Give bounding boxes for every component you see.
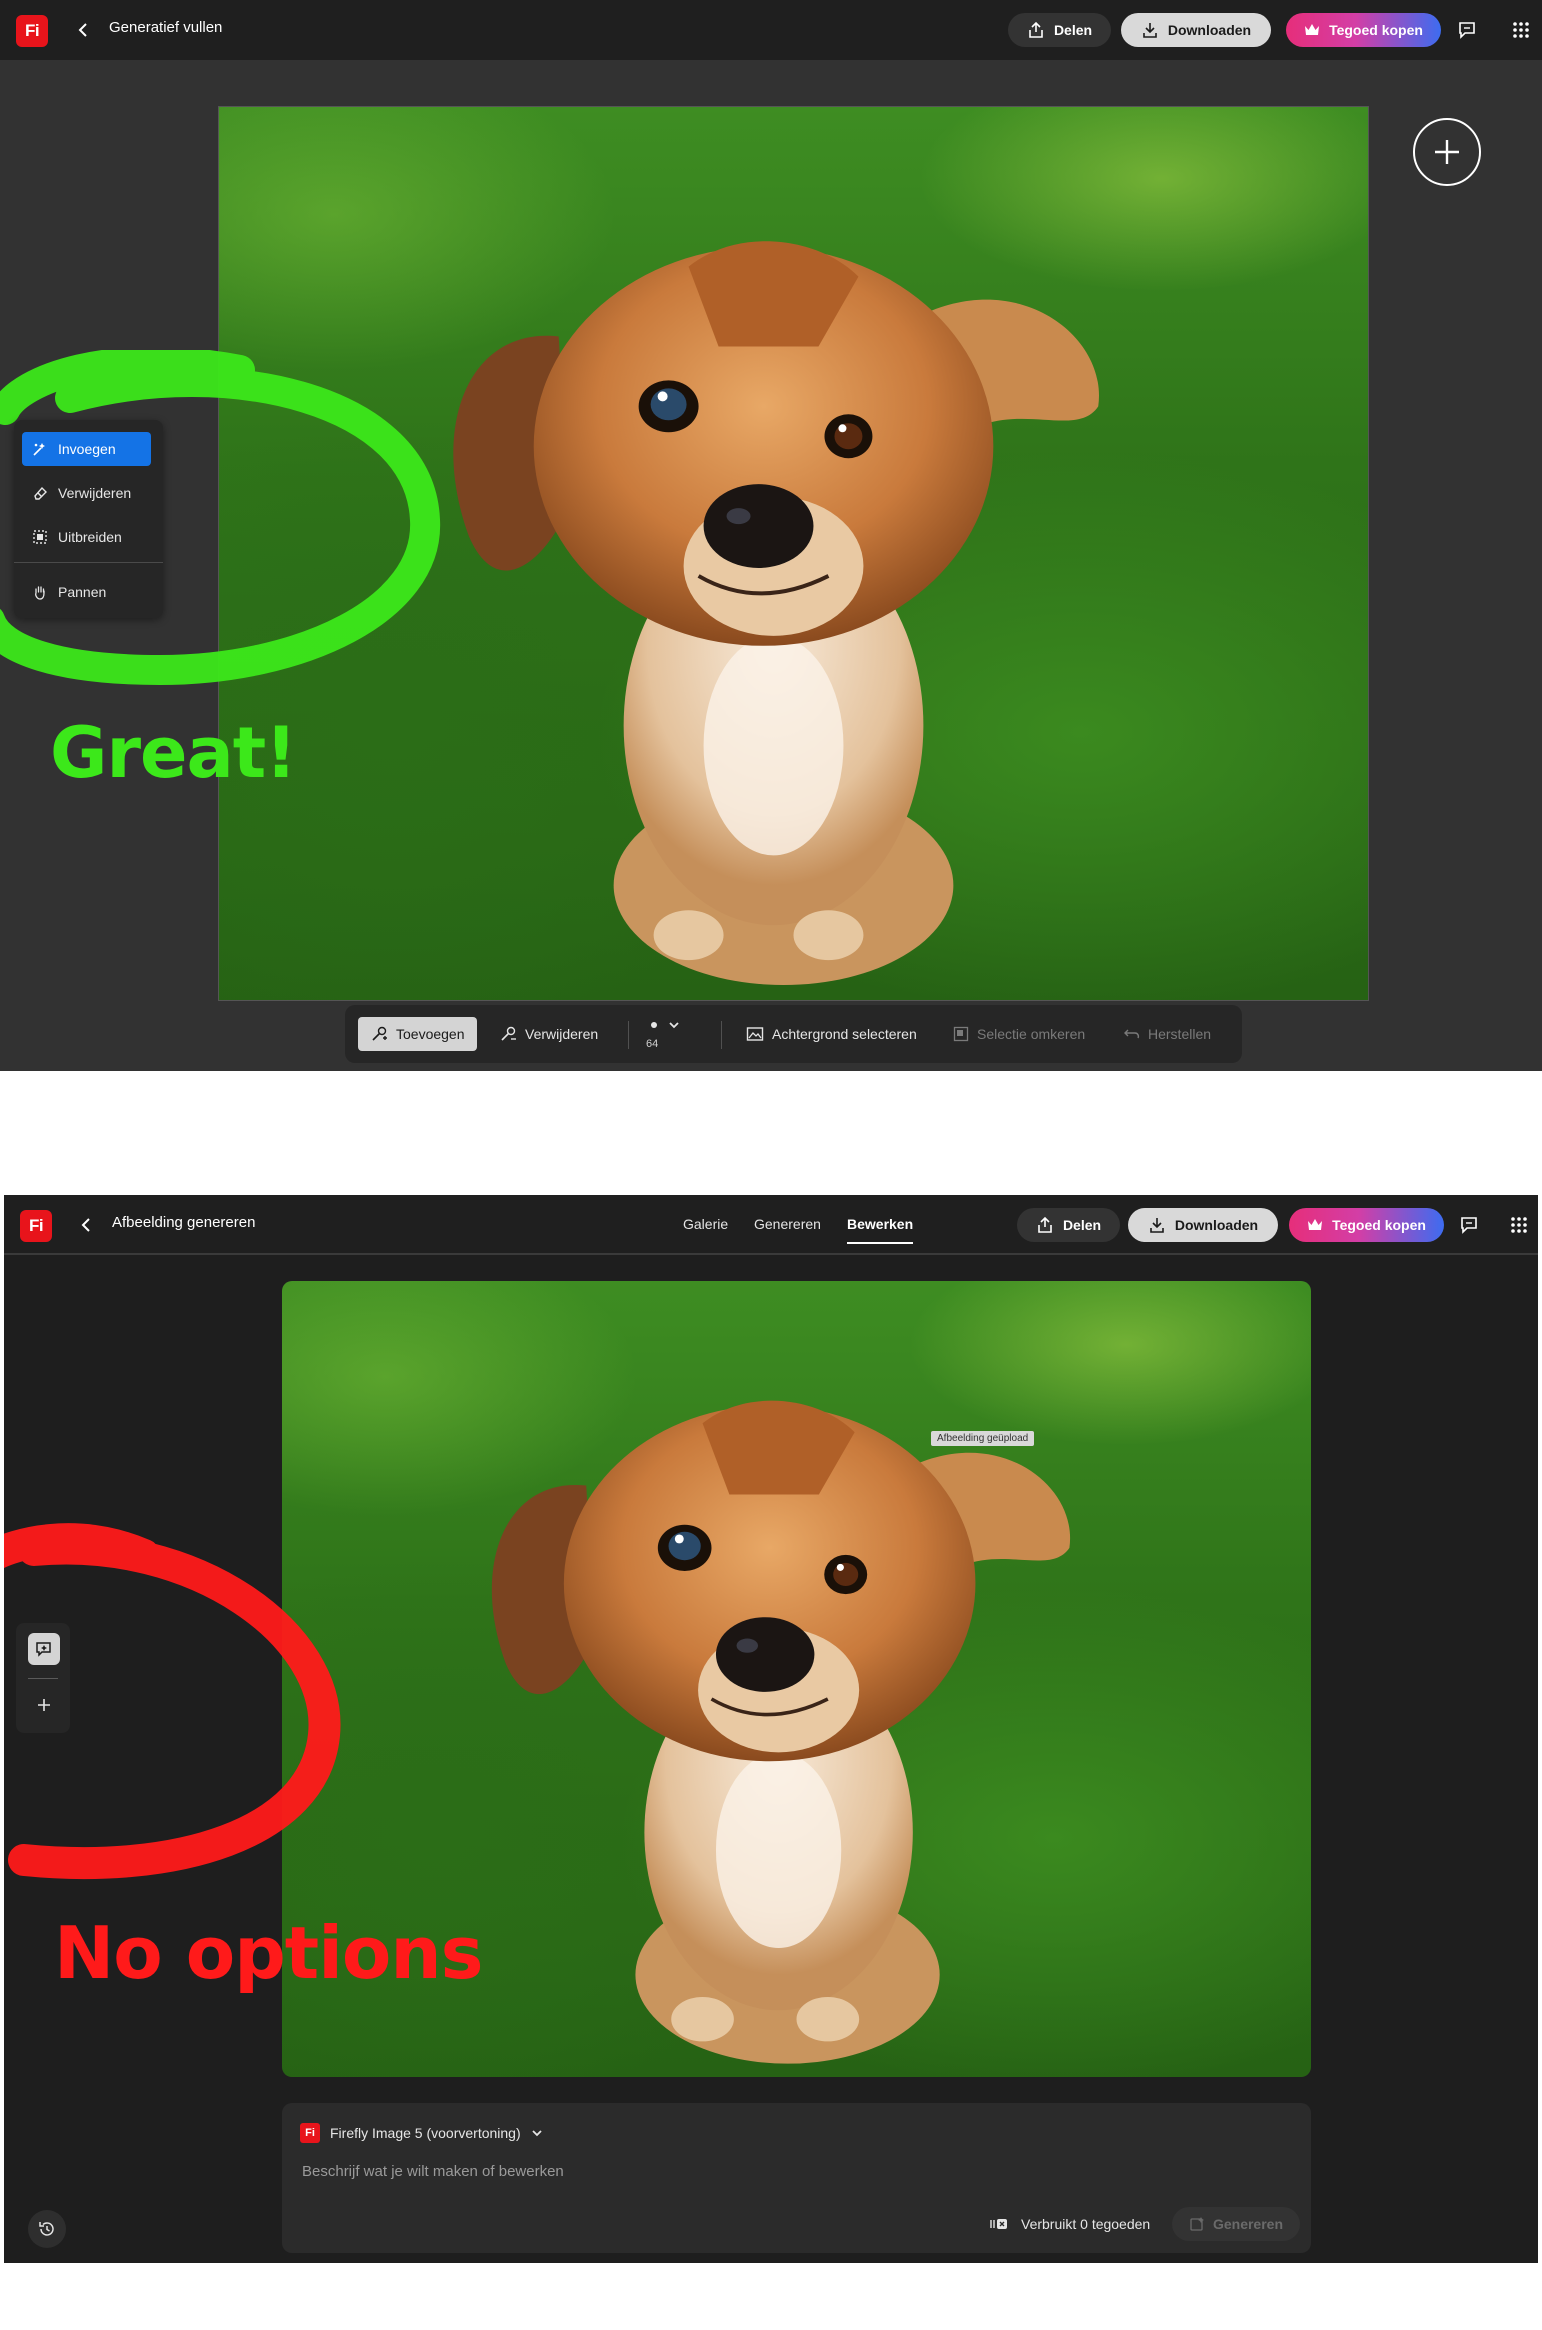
tool-remove[interactable]: Verwijderen: [22, 476, 151, 510]
edit-tools-panel: Invoegen Verwijderen Uitbreiden Pannen: [14, 420, 163, 618]
download-icon: [1150, 1218, 1164, 1233]
annotation-no-options: No options: [54, 1911, 483, 1995]
select-background-button[interactable]: Achtergrond selecteren: [746, 1017, 917, 1051]
plus-icon: [1435, 140, 1459, 164]
crown-icon: [1308, 1219, 1323, 1230]
buy-credits-label: Tegoed kopen: [1332, 1217, 1426, 1233]
download-label: Downloaden: [1174, 1217, 1259, 1233]
brush-size-control[interactable]: 64: [644, 1018, 684, 1054]
hand-icon: [35, 586, 45, 600]
tool-expand-label: Uitbreiden: [58, 529, 122, 545]
uploaded-tooltip: Afbeelding geüpload: [931, 1431, 1035, 1446]
history-icon: [39, 2222, 54, 2236]
eraser-icon: [34, 486, 47, 500]
share-label: Delen: [1053, 22, 1093, 38]
invert-selection-icon: [953, 1026, 969, 1042]
download-icon: [1143, 23, 1157, 38]
crown-icon: [1305, 24, 1320, 35]
brush-remove-icon: [501, 1026, 516, 1041]
edit-tools-panel: [16, 1623, 70, 1733]
buy-credits-label: Tegoed kopen: [1329, 22, 1423, 38]
back-chevron-icon[interactable]: [74, 1212, 98, 1238]
select-background-label: Achtergrond selecteren: [772, 1026, 917, 1042]
chevron-down-icon: [532, 2130, 542, 2137]
screenshot-generative-fill: Fi Generatief vullen Delen Downloaden Te…: [0, 0, 1542, 1071]
add-mode-button[interactable]: Toevoegen: [358, 1017, 477, 1051]
buy-credits-button[interactable]: Tegoed kopen: [1289, 1208, 1444, 1242]
share-icon: [1038, 1216, 1052, 1233]
top-bar: Fi Afbeelding genereren Galerie Generere…: [4, 1195, 1538, 1255]
credits-label: Verbruikt 0 tegoeden: [1021, 2216, 1151, 2232]
buy-credits-button[interactable]: Tegoed kopen: [1286, 13, 1441, 47]
remove-mode-label: Verwijderen: [525, 1026, 599, 1042]
generate-icon: [1190, 2217, 1204, 2231]
generative-fill-tool[interactable]: [28, 1633, 60, 1665]
download-button[interactable]: Downloaden: [1128, 1208, 1278, 1242]
download-button[interactable]: Downloaden: [1121, 13, 1271, 47]
toolbar-divider: [721, 1021, 722, 1049]
back-chevron-icon[interactable]: [71, 17, 95, 43]
tool-expand[interactable]: Uitbreiden: [22, 520, 151, 554]
tool-insert[interactable]: Invoegen: [22, 432, 151, 466]
page-title: Generatief vullen: [109, 19, 223, 36]
tab-gallery[interactable]: Galerie: [683, 1216, 728, 1232]
tool-insert-label: Invoegen: [58, 441, 116, 457]
brush-size-dot: [651, 1022, 657, 1028]
prompt-panel: Fi Firefly Image 5 (voorvertoning) Besch…: [282, 2103, 1311, 2253]
tab-generate[interactable]: Genereren: [754, 1216, 821, 1232]
download-label: Downloaden: [1167, 22, 1252, 38]
plus-icon: [38, 1699, 50, 1711]
model-logo: Fi: [300, 2123, 320, 2143]
tool-remove-label: Verwijderen: [58, 485, 132, 501]
top-bar: Fi Generatief vullen Delen Downloaden Te…: [0, 0, 1542, 60]
share-button[interactable]: Delen: [1017, 1208, 1120, 1242]
model-name: Firefly Image 5 (voorvertoning): [330, 2125, 521, 2141]
reset-label: Herstellen: [1148, 1026, 1212, 1042]
share-label: Delen: [1062, 1217, 1102, 1233]
annotation-great: Great!: [50, 712, 297, 794]
invert-selection-label: Selectie omkeren: [977, 1026, 1086, 1042]
tool-pan-label: Pannen: [58, 584, 107, 600]
firefly-logo[interactable]: Fi: [16, 15, 48, 47]
panel-divider: [14, 562, 163, 563]
add-tool-button[interactable]: [28, 1689, 60, 1721]
brush-size-value: 64: [646, 1038, 659, 1050]
credits-icon: [990, 2219, 1007, 2229]
feedback-icon[interactable]: [1454, 1210, 1484, 1240]
remove-mode-button[interactable]: Verwijderen: [499, 1017, 598, 1051]
add-mode-label: Toevoegen: [396, 1026, 465, 1042]
toolbar-divider: [628, 1021, 629, 1049]
fill-toolbar: Toevoegen Verwijderen 64 Achtergrond sel…: [345, 1005, 1242, 1063]
model-selector[interactable]: Fi Firefly Image 5 (voorvertoning): [300, 2123, 543, 2143]
invert-selection-button[interactable]: Selectie omkeren: [953, 1017, 1085, 1051]
share-button[interactable]: Delen: [1008, 13, 1111, 47]
prompt-input[interactable]: Beschrijf wat je wilt maken of bewerken: [302, 2163, 564, 2180]
panel-divider: [28, 1678, 58, 1679]
tool-pan[interactable]: Pannen: [22, 575, 151, 609]
tab-edit[interactable]: Bewerken: [847, 1216, 914, 1244]
brush-add-icon: [372, 1026, 387, 1041]
image-select-icon: [746, 1027, 764, 1041]
add-button[interactable]: [1413, 118, 1481, 186]
expand-icon: [33, 530, 47, 544]
undo-icon: [1124, 1029, 1140, 1039]
reset-button[interactable]: Herstellen: [1124, 1017, 1211, 1051]
insert-icon: [33, 443, 45, 456]
page-title: Afbeelding genereren: [112, 1214, 256, 1231]
generate-label: Genereren: [1212, 2216, 1284, 2232]
app-grid-icon[interactable]: [1506, 15, 1536, 45]
feedback-icon[interactable]: [1452, 15, 1482, 45]
generative-fill-icon: [36, 1642, 51, 1657]
generate-button[interactable]: Genereren: [1172, 2207, 1300, 2241]
credits-info: Verbruikt 0 tegoeden: [989, 2216, 1150, 2232]
chevron-down-icon: [669, 1022, 679, 1029]
firefly-logo[interactable]: Fi: [20, 1210, 52, 1242]
app-grid-icon[interactable]: [1504, 1210, 1534, 1240]
history-button[interactable]: [28, 2210, 66, 2248]
share-icon: [1029, 21, 1043, 38]
screenshot-generate-image: Fi Afbeelding genereren Galerie Generere…: [4, 1195, 1538, 2263]
